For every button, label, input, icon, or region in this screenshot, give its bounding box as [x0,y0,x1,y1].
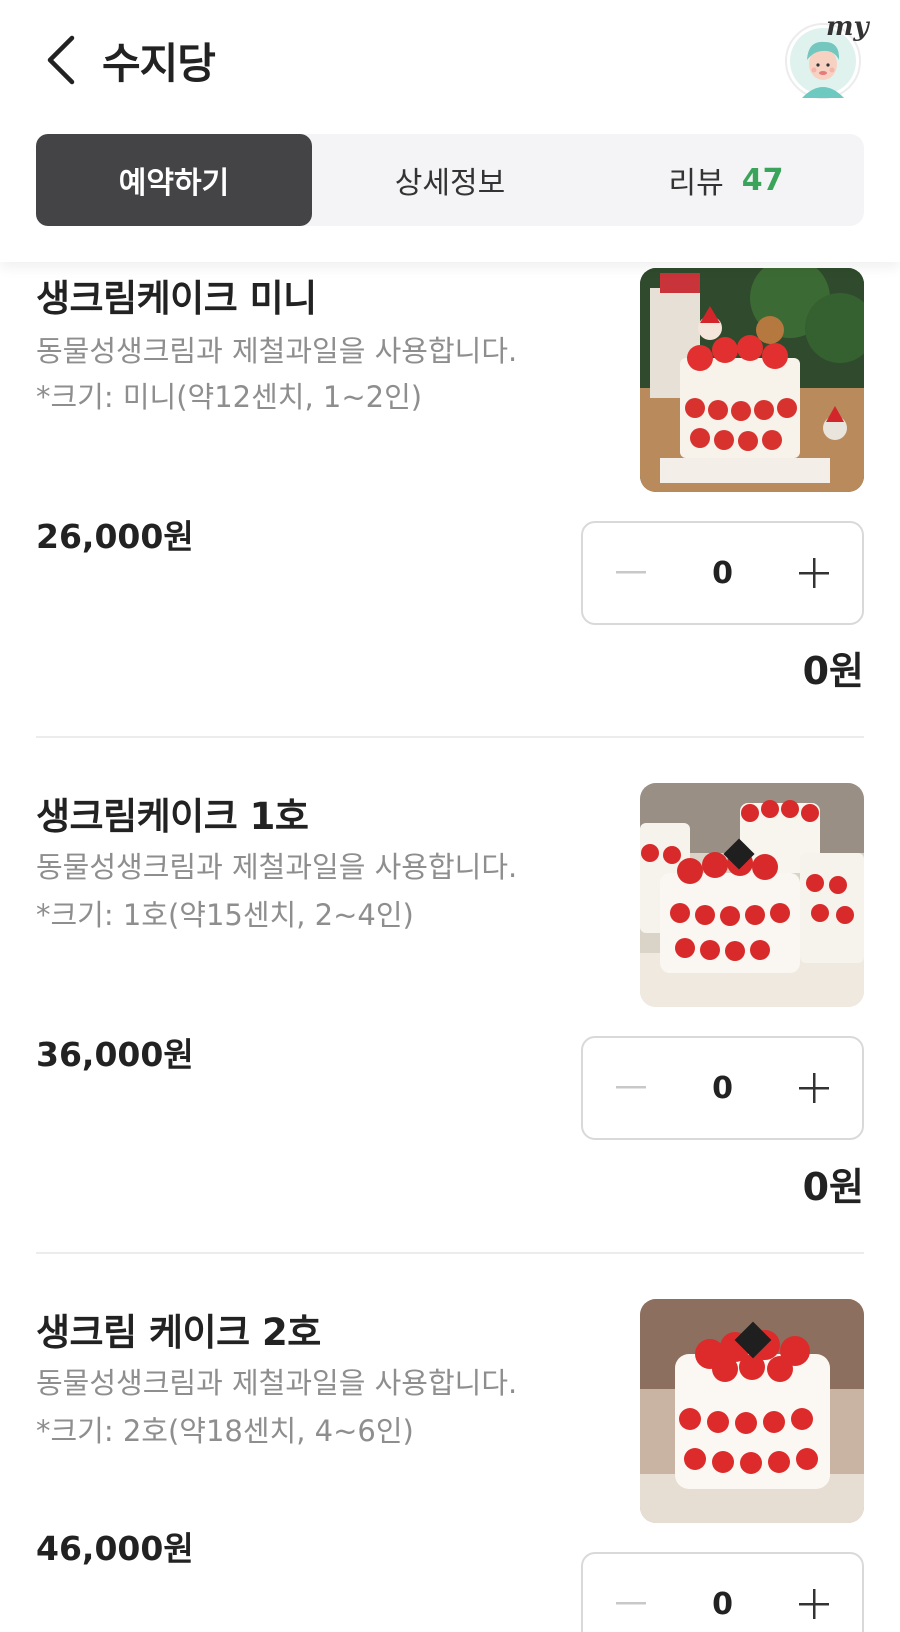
minus-icon [616,1602,646,1605]
tab-label: 예약하기 [118,166,230,201]
tab-reservation[interactable]: 예약하기 [36,134,312,226]
increase-button[interactable] [794,1068,834,1108]
my-label: my [826,12,869,42]
tab-label: 리뷰 [668,166,724,201]
product-subtotal: 0원 [802,649,864,693]
product-size: *크기: 미니(약12센치, 1~2인) [36,380,423,414]
plus-icon [799,1073,829,1103]
product-image[interactable] [640,1299,864,1523]
product-name: 생크림 케이크 2호 [36,1311,321,1354]
quantity-stepper: 0 [581,1036,864,1140]
quantity-stepper: 0 [581,521,864,625]
review-count: 47 [741,162,784,198]
store-page: 생크림케이크 미니 동물성생크림과 제철과일을 사용합니다. *크기: 미니(약… [0,0,900,1632]
header: 수지당 my 예약하기 상세정보 리뷰 47 [0,0,900,262]
product-price: 26,000원 [36,517,194,556]
minus-icon [616,571,646,574]
product-price: 46,000원 [36,1529,194,1568]
plus-icon [799,1589,829,1619]
quantity-value: 0 [712,1070,733,1106]
decrease-button[interactable] [611,1584,651,1624]
product-description: 동물성생크림과 제철과일을 사용합니다. [36,1366,518,1400]
page-title: 수지당 [102,39,216,88]
product-description: 동물성생크림과 제철과일을 사용합니다. [36,334,518,368]
tab-reviews[interactable]: 리뷰 47 [588,134,864,226]
divider [36,1252,864,1254]
decrease-button[interactable] [611,553,651,593]
increase-button[interactable] [794,553,834,593]
plus-icon [799,558,829,588]
minus-icon [616,1086,646,1089]
product-image[interactable] [640,783,864,1007]
increase-button[interactable] [794,1584,834,1624]
product-name: 생크림케이크 1호 [36,795,309,838]
product-price: 36,000원 [36,1035,194,1074]
tab-details[interactable]: 상세정보 [312,134,588,226]
tab-label: 상세정보 [394,166,506,201]
product-description: 동물성생크림과 제철과일을 사용합니다. [36,850,518,884]
product-size: *크기: 2호(약18센치, 4~6인) [36,1414,414,1448]
product-name: 생크림케이크 미니 [36,277,317,320]
decrease-button[interactable] [611,1068,651,1108]
back-button[interactable] [30,28,90,92]
chevron-left-icon [47,35,75,85]
quantity-value: 0 [712,1586,733,1622]
product-subtotal: 0원 [802,1165,864,1209]
tab-bar: 예약하기 상세정보 리뷰 47 [36,134,864,226]
product-size: *크기: 1호(약15센치, 2~4인) [36,898,414,932]
product-image[interactable] [640,268,864,492]
quantity-stepper: 0 [581,1552,864,1632]
quantity-value: 0 [712,555,733,591]
divider [36,736,864,738]
